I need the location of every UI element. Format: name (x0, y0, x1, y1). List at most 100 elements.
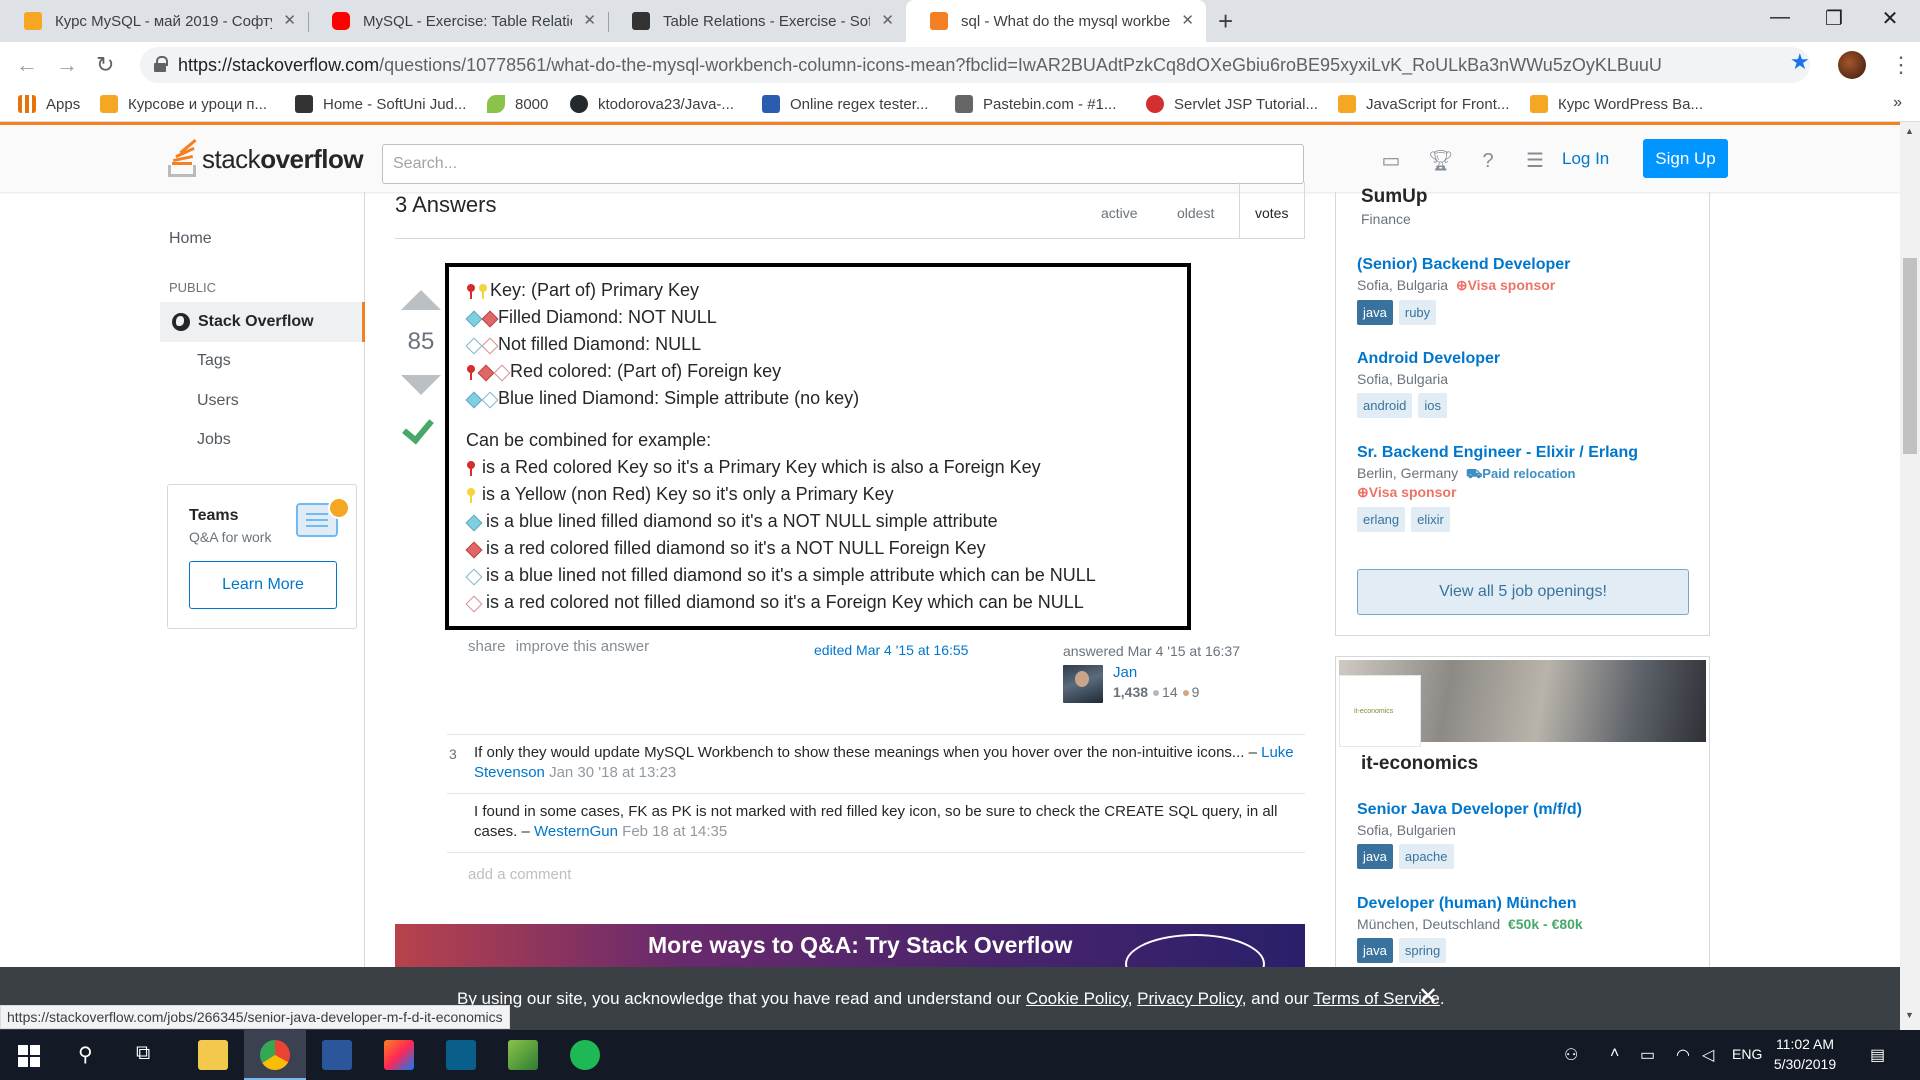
bookmark-item[interactable]: Курсове и уроци п... (100, 95, 267, 113)
job-listing[interactable]: Senior Java Developer (m/f/d) Sofia, Bul… (1357, 801, 1697, 869)
browser-tab[interactable]: Table Relations - Exercise - SoftU ✕ (608, 0, 906, 42)
intellij-icon[interactable] (384, 1040, 414, 1070)
scroll-up-icon[interactable]: ▲ (1905, 126, 1914, 136)
upvote-icon[interactable] (401, 290, 441, 310)
browser-tab-active[interactable]: sql - What do the mysql workben ✕ (906, 0, 1206, 42)
comment-date[interactable]: Feb 18 at 14:35 (622, 823, 727, 840)
nav-home[interactable]: Home (169, 230, 212, 248)
wifi-icon[interactable]: ◠ (1676, 1045, 1690, 1065)
browser-tab[interactable]: MySQL - Exercise: Table Relations ✕ (308, 0, 608, 42)
tag[interactable]: java (1357, 844, 1393, 869)
tag[interactable]: spring (1398, 938, 1447, 963)
search-icon[interactable]: ⚲ (78, 1042, 93, 1067)
inbox-icon[interactable]: ▭ (1379, 149, 1403, 173)
tag[interactable]: java (1357, 300, 1393, 325)
comment-date[interactable]: Jan 30 '18 at 13:23 (549, 764, 676, 781)
tab-close-icon[interactable]: ✕ (1181, 11, 1194, 29)
mysql-workbench-icon[interactable] (446, 1040, 476, 1070)
spotify-icon[interactable] (570, 1040, 600, 1070)
address-bar[interactable]: https://stackoverflow.com/questions/1077… (140, 47, 1810, 83)
tag[interactable]: java (1357, 938, 1393, 963)
search-input[interactable] (382, 144, 1304, 184)
view-all-jobs-button[interactable]: View all 5 job openings! (1357, 569, 1689, 615)
job-listing[interactable]: (Senior) Backend Developer Sofia, Bulgar… (1357, 256, 1697, 325)
windows-start-icon[interactable] (18, 1045, 40, 1067)
battery-icon[interactable]: ▭ (1640, 1045, 1655, 1065)
tag[interactable]: ruby (1398, 300, 1437, 325)
tag[interactable]: android (1357, 393, 1413, 418)
trophy-icon[interactable]: 🏆︎ (1428, 149, 1453, 173)
bookmarks-more-icon[interactable]: » (1893, 94, 1902, 112)
maximize-icon[interactable]: ❐ (1804, 6, 1864, 31)
tab-close-icon[interactable]: ✕ (881, 11, 894, 29)
edited-link[interactable]: edited Mar 4 '15 at 16:55 (814, 642, 968, 658)
tab-close-icon[interactable]: ✕ (583, 11, 596, 29)
job-listing[interactable]: Sr. Backend Engineer - Elixir / Erlang B… (1357, 444, 1697, 532)
bookmark-item[interactable]: Курс WordPress Ва... (1530, 95, 1703, 113)
share-link[interactable]: share (468, 638, 506, 655)
taskbar-clock[interactable]: 11:02 AM 5/30/2019 (1762, 1034, 1848, 1074)
bookmark-item[interactable]: JavaScript for Front... (1338, 95, 1509, 113)
scroll-down-icon[interactable]: ▼ (1905, 1010, 1914, 1020)
bookmark-item[interactable]: Online regex tester... (762, 95, 928, 113)
word-icon[interactable] (322, 1040, 352, 1070)
browser-menu-icon[interactable]: ⋮ (1890, 52, 1912, 78)
cookie-policy-link[interactable]: Cookie Policy (1026, 989, 1128, 1008)
greenshot-icon[interactable] (508, 1040, 538, 1070)
nav-stackoverflow[interactable]: Stack Overflow (160, 302, 365, 342)
tag[interactable]: ios (1418, 393, 1447, 418)
comment-user[interactable]: WesternGun (534, 823, 618, 840)
profile-avatar[interactable] (1838, 51, 1866, 79)
company-name[interactable]: SumUp (1361, 186, 1428, 208)
company-logo[interactable]: it-economics (1339, 675, 1421, 747)
notifications-icon[interactable]: ▤ (1870, 1045, 1885, 1065)
new-tab-icon[interactable]: + (1218, 6, 1233, 37)
nav-jobs[interactable]: Jobs (197, 431, 231, 449)
chrome-icon[interactable] (260, 1040, 290, 1070)
job-listing[interactable]: Android Developer Sofia, Bulgaria androi… (1357, 350, 1697, 418)
bookmark-item[interactable]: Pastebin.com - #1... (955, 95, 1116, 113)
volume-icon[interactable]: ◁ (1702, 1045, 1714, 1065)
page-scrollbar[interactable]: ▲ ▼ (1900, 122, 1920, 1030)
nav-tags[interactable]: Tags (197, 352, 231, 370)
close-icon[interactable]: ✕ (1418, 982, 1438, 1011)
company-name[interactable]: it-economics (1361, 753, 1478, 775)
stackoverflow-logo[interactable]: stackoverflow (168, 138, 364, 177)
bookmark-item[interactable]: Servlet JSP Tutorial... (1146, 95, 1318, 113)
bookmark-star-icon[interactable]: ★ (1790, 49, 1810, 75)
tag[interactable]: elixir (1411, 507, 1450, 532)
reload-icon[interactable]: ↻ (96, 52, 114, 78)
tag[interactable]: apache (1398, 844, 1454, 869)
task-view-icon[interactable]: ⧉ (136, 1042, 150, 1065)
file-explorer-icon[interactable] (198, 1040, 228, 1070)
minimize-icon[interactable]: — (1750, 6, 1810, 29)
job-listing[interactable]: Developer (human) München München, Deuts… (1357, 895, 1697, 963)
login-link[interactable]: Log In (1562, 149, 1609, 169)
language-indicator[interactable]: ENG (1732, 1046, 1762, 1062)
downvote-icon[interactable] (401, 375, 441, 395)
scrollbar-thumb[interactable] (1903, 258, 1917, 454)
bookmark-item[interactable]: Home - SoftUni Jud... (295, 95, 466, 113)
help-icon[interactable]: ? (1476, 149, 1500, 173)
people-icon[interactable]: ⚇ (1564, 1045, 1578, 1065)
sort-tab-votes[interactable]: votes (1255, 205, 1288, 221)
bookmark-item[interactable]: Apps (18, 95, 80, 113)
browser-tab[interactable]: Курс MySQL - май 2019 - Софту ✕ (0, 0, 308, 42)
tab-close-icon[interactable]: ✕ (283, 11, 296, 29)
avatar[interactable] (1063, 665, 1103, 703)
privacy-policy-link[interactable]: Privacy Policy (1137, 989, 1242, 1008)
improve-answer-link[interactable]: improve this answer (516, 638, 649, 655)
author-name[interactable]: Jan (1113, 664, 1137, 681)
nav-users[interactable]: Users (197, 392, 239, 410)
close-window-icon[interactable]: ✕ (1860, 6, 1920, 31)
sort-tab-active[interactable]: active (1101, 205, 1138, 221)
tag[interactable]: erlang (1357, 507, 1406, 532)
chevron-up-icon[interactable]: ˄ (1610, 1045, 1619, 1063)
add-comment-link[interactable]: add a comment (468, 866, 571, 883)
site-switcher-icon[interactable]: ☰ (1523, 149, 1547, 173)
back-icon[interactable]: ← (16, 52, 38, 78)
learn-more-button[interactable]: Learn More (189, 561, 337, 609)
sort-tab-oldest[interactable]: oldest (1177, 205, 1214, 221)
bookmark-item[interactable]: 8000 (487, 95, 548, 113)
bookmark-item[interactable]: ktodorova23/Java-... (570, 95, 734, 113)
